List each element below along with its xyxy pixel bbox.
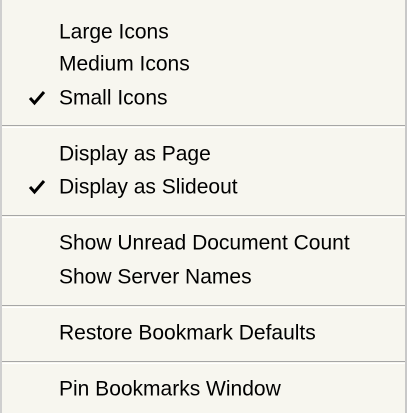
menu-item-large-icons[interactable]: Large Icons bbox=[2, 14, 405, 50]
menu-item-label: Large Icons bbox=[59, 20, 169, 44]
menu-separator bbox=[2, 215, 405, 218]
menu-item-show-unread-document-count[interactable]: Show Unread Document Count bbox=[2, 225, 405, 261]
menu-item-label: Display as Page bbox=[59, 142, 211, 166]
menu-item-display-as-page[interactable]: Display as Page bbox=[2, 136, 405, 172]
menu-separator bbox=[2, 305, 405, 308]
menu-item-show-server-names[interactable]: Show Server Names bbox=[2, 259, 405, 295]
menu-item-label: Small Icons bbox=[59, 86, 168, 110]
menu-item-label: Show Server Names bbox=[59, 265, 252, 289]
menu-item-label: Medium Icons bbox=[59, 52, 190, 76]
menu-item-label: Pin Bookmarks Window bbox=[59, 377, 281, 401]
checkmark-icon bbox=[28, 91, 46, 106]
checkmark-icon bbox=[28, 180, 46, 195]
menu-item-label: Display as Slideout bbox=[59, 175, 238, 199]
menu-item-medium-icons[interactable]: Medium Icons bbox=[2, 46, 405, 82]
menu-item-small-icons[interactable]: Small Icons bbox=[2, 80, 405, 116]
menu-item-restore-bookmark-defaults[interactable]: Restore Bookmark Defaults bbox=[2, 315, 405, 351]
menu-item-label: Show Unread Document Count bbox=[59, 231, 350, 255]
menu-item-pin-bookmarks-window[interactable]: Pin Bookmarks Window bbox=[2, 371, 405, 407]
menu-item-label: Restore Bookmark Defaults bbox=[59, 321, 316, 345]
bookmarks-context-menu: Large Icons Medium Icons Small Icons Dis… bbox=[0, 0, 407, 413]
menu-separator bbox=[2, 125, 405, 128]
menu-separator bbox=[2, 361, 405, 364]
menu-item-display-as-slideout[interactable]: Display as Slideout bbox=[2, 169, 405, 205]
